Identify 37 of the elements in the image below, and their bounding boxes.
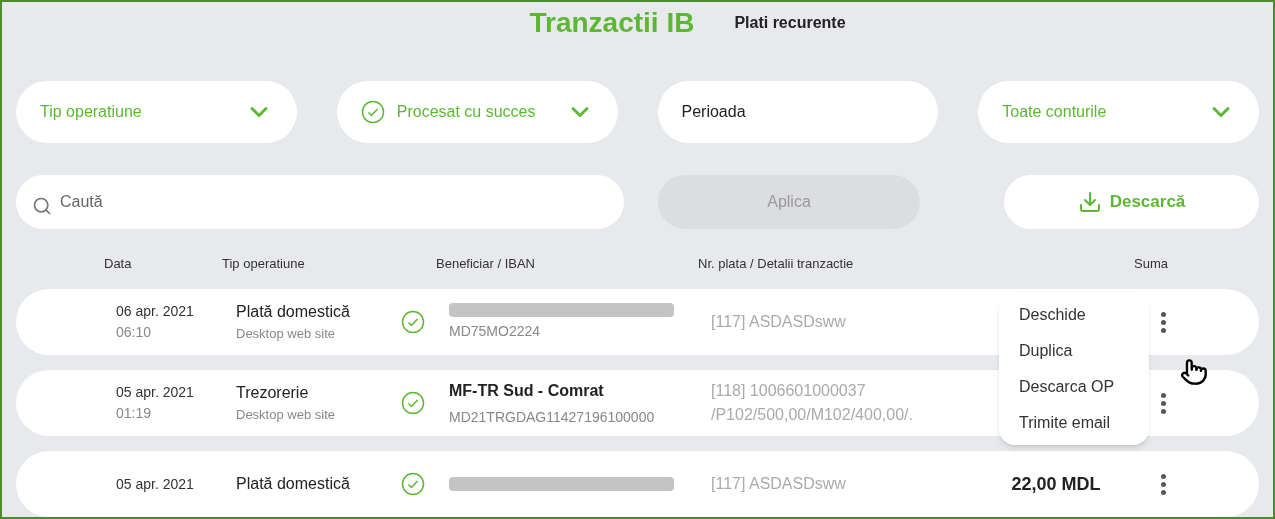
check-circle-icon — [401, 472, 425, 496]
search-field[interactable]: Caută — [16, 174, 624, 230]
payment-details: [118] 1006601000037 /P102/500,00/M102/400,00/. — [711, 381, 914, 425]
date-text: 05 apr. 2021 — [116, 474, 195, 494]
tab[interactable]: Plati recurente — [734, 11, 846, 36]
channel-text: Desktop web site — [236, 406, 336, 425]
column-header: Tip operatiune — [222, 255, 306, 274]
hand-cursor-icon — [1180, 358, 1208, 386]
iban-text: MD21TRGDAG11427196100000 — [449, 407, 656, 427]
payment-details: [117] ASDASDsww — [711, 312, 847, 332]
operation-type: Plată domestică — [236, 474, 351, 494]
page-title: Tranzactii IB — [529, 6, 695, 41]
download-icon — [1077, 189, 1102, 214]
column-header: Suma — [1133, 255, 1168, 274]
column-header: Beneficiar / IBAN — [436, 255, 536, 274]
time-text: 06:10 — [116, 323, 153, 342]
check-circle-icon — [401, 310, 425, 334]
date-field[interactable]: Perioada — [657, 80, 939, 143]
transaction-row[interactable]: 05 apr. 2021 Plată domestică [117] ASDASDsww 22,00 MDL — [16, 451, 1259, 517]
menu-item[interactable]: Duplica — [999, 333, 1149, 369]
menu-item[interactable]: Deschide — [999, 297, 1149, 333]
check-circle-icon — [360, 99, 385, 124]
iban-text: MD75MO2224 — [449, 321, 542, 341]
date-text: 05 apr. 2021 — [116, 383, 195, 402]
beneficiary-name: MF-TR Sud - Comrat — [449, 380, 605, 401]
channel-text: Desktop web site — [236, 325, 336, 344]
operation-type: Plată domestică — [236, 302, 351, 323]
search-icon — [32, 195, 52, 216]
operation-type: Trezorerie — [236, 383, 310, 404]
check-circle-icon — [401, 391, 425, 415]
payment-details: [117] ASDASDsww — [711, 474, 847, 494]
column-header: Data — [104, 255, 133, 274]
amount-text: 22,00 MDL — [1010, 472, 1102, 496]
time-text: 01:19 — [116, 404, 153, 423]
column-header: Nr. plata / Detalii tranzactie — [698, 255, 855, 274]
menu-item[interactable]: Descarca OP — [999, 369, 1149, 405]
date-text: 06 apr. 2021 — [116, 302, 195, 321]
